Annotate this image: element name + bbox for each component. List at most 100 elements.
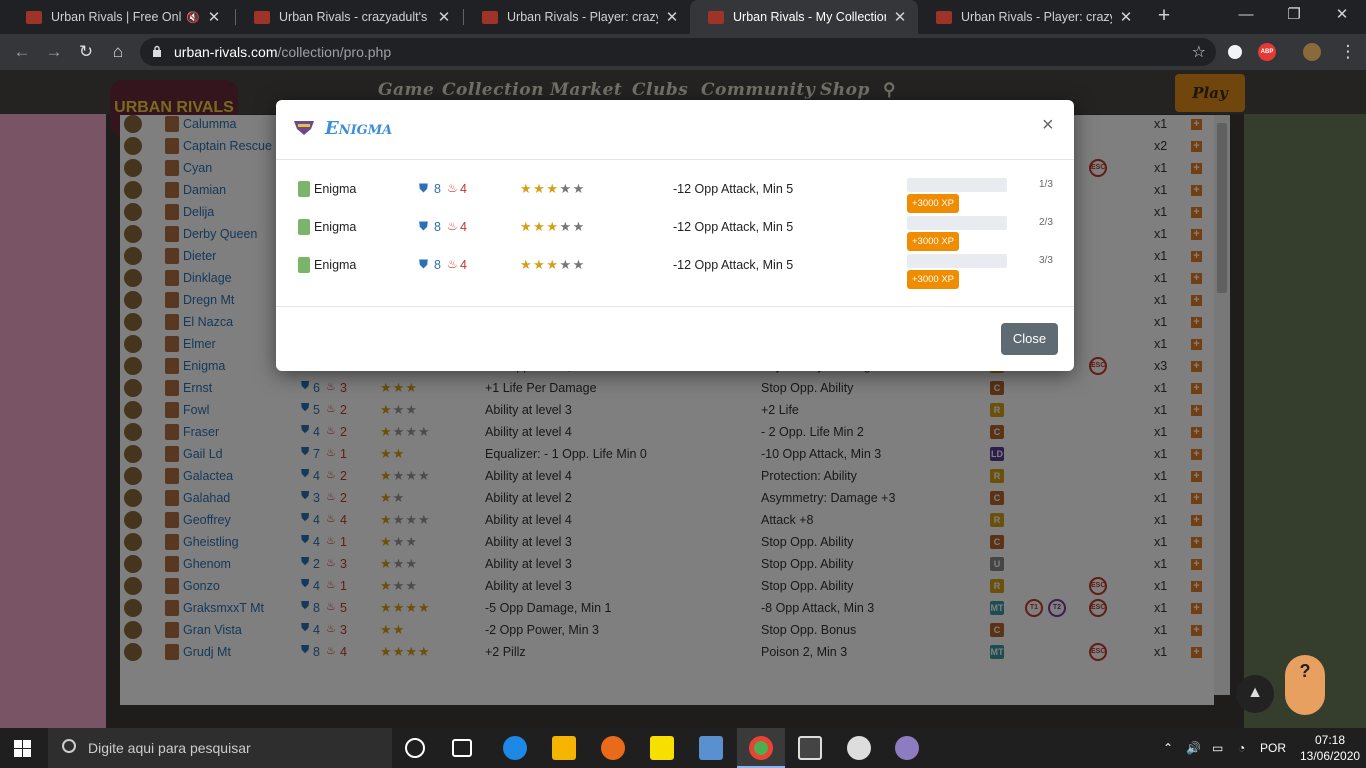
extension-icon[interactable] [1228,45,1242,59]
cortana-icon[interactable] [405,738,425,758]
windows-taskbar: Digite aqui para pesquisar ⌃ 🔊 ▭ ◔ POR 0… [0,728,1366,768]
add-xp-button[interactable]: +3000 XP [907,270,959,289]
star-empty-icon: ★ [559,219,573,234]
home-icon[interactable]: ⌂ [106,40,130,64]
paint-icon[interactable] [895,736,919,760]
ability-text: -12 Opp Attack, Min 5 [673,182,794,196]
star-rating: ★★★★★ [520,257,586,273]
new-tab-button[interactable]: + [1152,5,1176,29]
power-value: 8 [434,182,441,196]
browser-tab[interactable]: Urban Rivals - Player: crazyadu ✕ [918,0,1144,34]
browser-toolbar: ← → ↻ ⌂ urban-rivals.com/collection/pro.… [0,34,1366,70]
card-thumbnail [298,257,310,273]
clock-time: 07:18 [1314,733,1346,747]
enigma-modal: Enigma × Enigma ⛊ 8 ♨ 4 ★★★★★ -12 Opp Attack, … [276,100,1074,371]
clan-emblem-icon [294,121,314,135]
profile-avatar[interactable] [1303,43,1321,61]
adblock-plus-icon[interactable]: ABP [1258,43,1276,61]
modal-card-row: Enigma ⛊ 8 ♨ 4 ★★★★★ -12 Opp Attack, Min 5 +300… [276,254,1074,292]
edge-icon[interactable] [503,736,527,760]
star-filled-icon: ★ [520,181,534,196]
lock-icon[interactable] [152,45,162,57]
modal-card-row: Enigma ⛊ 8 ♨ 4 ★★★★★ -12 Opp Attack, Min 5 +300… [276,216,1074,254]
ability-text: -12 Opp Attack, Min 5 [673,220,794,234]
star-filled-icon: ★ [546,257,560,272]
urban-rivals-favicon [936,10,952,24]
browser-tab-bar: Urban Rivals | Free Online 🔇 ✕ Urban Riv… [0,0,1366,34]
volume-icon[interactable]: 🔊 [1186,728,1201,768]
tab-title: Urban Rivals - Player: crazyadu [961,10,1112,24]
star-empty-icon: ★ [572,181,586,196]
close-tab-icon[interactable]: ✕ [436,8,452,26]
muted-speaker-icon[interactable]: 🔇 [186,11,200,24]
star-rating: ★★★★★ [520,181,586,197]
star-filled-icon: ★ [520,219,534,234]
star-filled-icon: ★ [533,181,547,196]
photos-icon[interactable] [699,736,723,760]
search-placeholder: Digite aqui para pesquisar [88,740,251,756]
help-button[interactable]: ? [1285,655,1325,715]
bookmark-star-icon[interactable]: ☆ [1192,42,1206,62]
card-name: Enigma [314,258,357,272]
chrome-menu-icon[interactable]: ⋮ [1336,40,1360,64]
close-tab-icon[interactable]: ✕ [892,8,908,26]
card-thumbnail [298,219,310,235]
close-tab-icon[interactable]: ✕ [206,8,222,26]
shield-icon: ⛊ [419,219,429,233]
damage-value: 4 [460,182,467,196]
star-filled-icon: ★ [520,257,534,272]
level-indicator: 3/3 [1039,255,1053,266]
reload-icon[interactable]: ↻ [74,40,98,64]
card-thumbnail [298,181,310,197]
close-tab-icon[interactable]: ✕ [1118,8,1134,26]
scroll-to-top-button[interactable]: ▲ [1236,675,1274,713]
urban-rivals-favicon [482,10,498,24]
sticky-notes-icon[interactable] [650,736,674,760]
task-view-icon[interactable] [452,739,472,757]
wifi-icon[interactable]: ◔ [1238,728,1245,768]
add-xp-button[interactable]: +3000 XP [907,232,959,251]
flame-icon: ♨ [447,181,458,195]
forward-icon[interactable]: → [42,40,66,64]
close-window-button[interactable]: ✕ [1318,0,1366,32]
flame-icon: ♨ [447,219,458,233]
damage-value: 4 [460,258,467,272]
taskbar-search-box[interactable]: Digite aqui para pesquisar [48,728,392,768]
star-empty-icon: ★ [572,219,586,234]
level-indicator: 2/3 [1039,217,1053,228]
clock-app-icon[interactable] [847,736,871,760]
shield-icon: ⛊ [419,257,429,271]
modal-header: Enigma × [276,100,1074,160]
system-clock[interactable]: 07:18 13/06/2020 [1300,732,1360,764]
url-path: /collection/pro.php [277,44,392,60]
address-bar[interactable]: urban-rivals.com/collection/pro.php ☆ [140,38,1216,66]
urban-rivals-favicon [26,10,42,24]
chrome-icon[interactable] [749,736,773,760]
back-icon[interactable]: ← [10,40,34,64]
calculator-icon[interactable] [798,736,822,760]
star-empty-icon: ★ [559,257,573,272]
language-indicator[interactable]: POR [1260,728,1286,768]
tray-chevron-icon[interactable]: ⌃ [1163,728,1173,768]
browser-tab[interactable]: Urban Rivals - Player: crazyadu ✕ [464,0,690,34]
file-explorer-icon[interactable] [552,736,576,760]
firefox-icon[interactable] [601,736,625,760]
battery-icon[interactable]: ▭ [1212,728,1223,768]
xp-progress-bar [907,178,1007,192]
browser-tab-active[interactable]: Urban Rivals - My Collection P ✕ [690,0,918,34]
urban-rivals-favicon [254,10,270,24]
add-xp-button[interactable]: +3000 XP [907,194,959,213]
minimize-button[interactable]: — [1222,0,1270,32]
close-tab-icon[interactable]: ✕ [664,8,680,26]
browser-tab[interactable]: Urban Rivals - crazyadult's not ✕ [236,0,462,34]
restore-button[interactable]: ❐ [1270,0,1318,32]
level-indicator: 1/3 [1039,179,1053,190]
star-filled-icon: ★ [533,219,547,234]
card-name: Enigma [314,182,357,196]
star-empty-icon: ★ [572,257,586,272]
power-value: 8 [434,220,441,234]
windows-start-icon[interactable] [14,740,31,757]
close-button[interactable]: Close [1001,323,1058,355]
browser-tab[interactable]: Urban Rivals | Free Online 🔇 ✕ [8,0,232,34]
modal-close-icon[interactable]: × [1042,114,1054,137]
